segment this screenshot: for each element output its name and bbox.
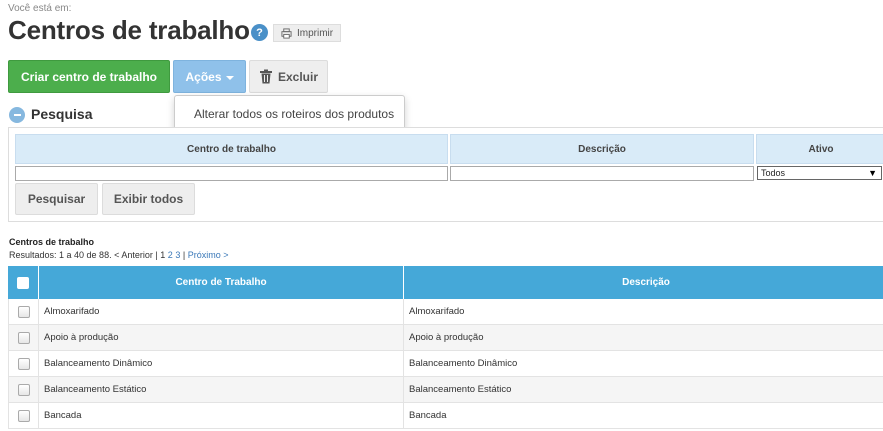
search-header-center: Centro de trabalho	[15, 134, 448, 164]
active-select-value: Todos	[761, 168, 786, 178]
print-button[interactable]: Imprimir	[273, 24, 342, 42]
table-header: Centro de Trabalho Descrição	[8, 266, 883, 299]
caret-down-icon	[225, 75, 234, 80]
row-description-cell: Bancada	[409, 410, 447, 421]
row-check-cell	[8, 377, 39, 402]
row-center-cell[interactable]: Balanceamento Dinâmico	[39, 351, 404, 376]
next-page-link[interactable]: Próximo >	[188, 250, 229, 260]
delete-button[interactable]: Excluir	[249, 60, 328, 93]
collapse-icon[interactable]	[9, 107, 25, 123]
search-header-active: Ativo	[756, 134, 883, 164]
table-row: Almoxarifado Almoxarifado	[8, 299, 883, 325]
table-row: Apoio à produção Apoio à produção	[8, 325, 883, 351]
menu-item-change-all-routes[interactable]: Alterar todos os roteiros dos produtos	[194, 107, 394, 121]
row-description-cell: Apoio à produção	[409, 332, 484, 343]
column-header-center[interactable]: Centro de Trabalho	[39, 266, 404, 299]
row-checkbox[interactable]	[17, 383, 30, 396]
help-icon[interactable]: ?	[251, 24, 268, 41]
actions-label: Ações	[185, 69, 222, 84]
page-3-link[interactable]: 3	[175, 250, 180, 260]
active-select[interactable]: Todos ▼	[757, 166, 882, 180]
row-check-cell	[8, 325, 39, 350]
table-row: Bancada Bancada	[8, 403, 883, 429]
delete-label: Excluir	[277, 69, 319, 84]
row-center-cell[interactable]: Apoio à produção	[39, 325, 404, 350]
table-row: Balanceamento Dinâmico Balanceamento Din…	[8, 351, 883, 377]
work-centers-table: Centro de Trabalho Descrição Almoxarifad…	[8, 266, 883, 429]
page-title: Centros de trabalho	[8, 15, 250, 45]
search-header-description: Descrição	[450, 134, 754, 164]
trash-icon	[259, 69, 272, 84]
create-work-center-button[interactable]: Criar centro de trabalho	[8, 60, 170, 93]
page-current: 1	[160, 250, 166, 260]
row-description-cell: Almoxarifado	[409, 306, 465, 317]
actions-dropdown-button[interactable]: Ações	[173, 60, 246, 93]
pagination-separator: |	[182, 250, 186, 260]
row-checkbox[interactable]	[17, 331, 30, 344]
row-check-cell	[8, 403, 39, 428]
results-pagination: Resultados: 1 a 40 de 88. < Anterior | 1…	[9, 250, 228, 260]
search-button[interactable]: Pesquisar	[15, 183, 98, 215]
center-search-input[interactable]	[15, 166, 448, 181]
select-all-cell	[8, 266, 39, 299]
pagination-separator: |	[155, 250, 158, 260]
printer-icon	[281, 27, 292, 39]
results-title: Centros de trabalho	[9, 237, 95, 247]
column-header-description[interactable]: Descrição	[404, 266, 883, 299]
show-all-button[interactable]: Exibir todos	[102, 183, 195, 215]
row-check-cell	[8, 351, 39, 376]
search-title: Pesquisa	[31, 106, 93, 122]
row-center-cell[interactable]: Balanceamento Estático	[39, 377, 404, 402]
table-row: Balanceamento Estático Balanceamento Est…	[8, 377, 883, 403]
print-label: Imprimir	[297, 27, 334, 39]
breadcrumb-label: Você está em:	[8, 3, 72, 14]
description-search-input[interactable]	[450, 166, 754, 181]
results-summary: Resultados: 1 a 40 de 88.	[9, 250, 112, 260]
row-checkbox[interactable]	[17, 305, 30, 318]
row-checkbox[interactable]	[17, 357, 30, 370]
page-2-link[interactable]: 2	[168, 250, 173, 260]
select-all-checkbox[interactable]	[17, 276, 29, 289]
row-checkbox[interactable]	[17, 409, 30, 422]
row-center-cell[interactable]: Bancada	[39, 403, 404, 428]
prev-page-link[interactable]: < Anterior	[114, 250, 153, 260]
row-description-cell: Balanceamento Dinâmico	[409, 358, 518, 369]
dropdown-arrow-icon: ▼	[868, 168, 877, 178]
row-description-cell: Balanceamento Estático	[409, 384, 512, 395]
row-center-cell[interactable]: Almoxarifado	[39, 299, 404, 324]
row-check-cell	[8, 299, 39, 324]
